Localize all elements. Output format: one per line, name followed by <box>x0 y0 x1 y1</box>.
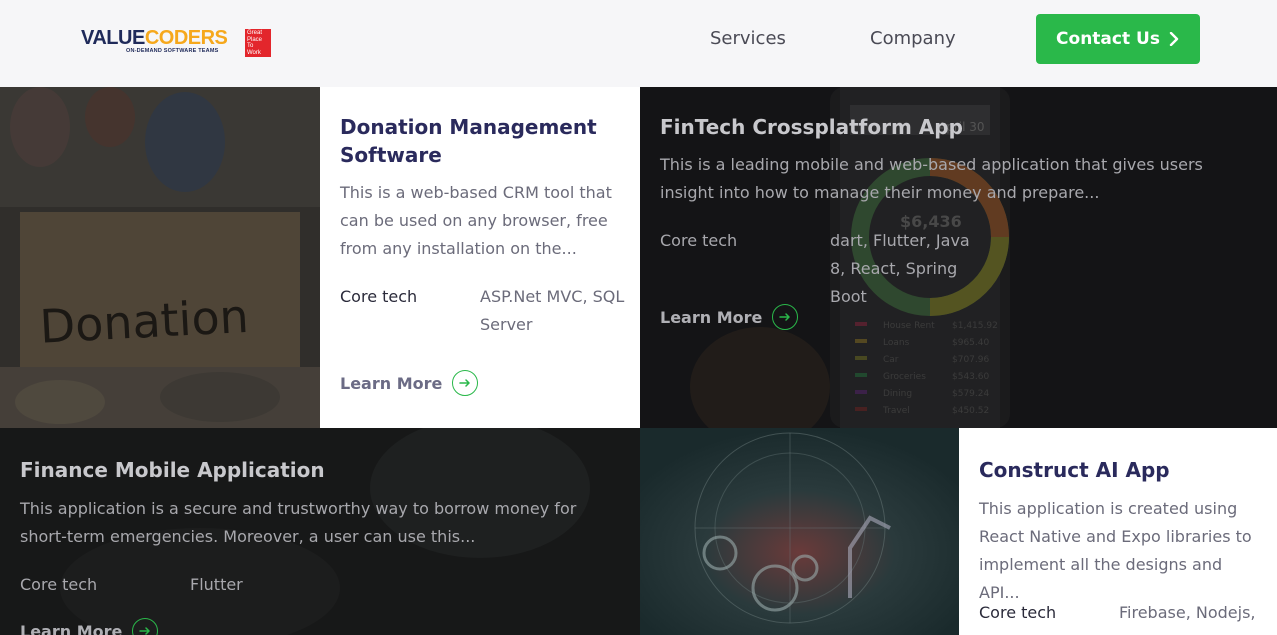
project-description: This is a web-based CRM tool that can be… <box>340 183 612 258</box>
contact-us-button[interactable]: Contact Us <box>1036 14 1200 64</box>
core-tech-value: Firebase, Nodejs, <box>1119 603 1256 622</box>
core-tech-label: Core tech <box>979 603 1057 622</box>
arrow-right-icon <box>132 618 159 635</box>
nav-company[interactable]: Company <box>870 27 956 51</box>
core-tech-label: Core tech <box>20 575 98 594</box>
valuecoders-logo[interactable]: VALUECODERS ON-DEMAND SOFTWARE TEAMS Gre… <box>81 27 271 59</box>
great-place-to-work-badge: Great Place To Work <box>245 29 271 57</box>
project-card-fintech: FinTech Crossplatform App This is a lead… <box>640 87 1277 428</box>
learn-more-link[interactable]: Learn More <box>660 304 799 330</box>
learn-more-link[interactable]: Learn More <box>340 370 479 396</box>
project-card-donation: Donation Management Software This is a w… <box>320 87 640 428</box>
construct-ai-project-image <box>640 428 959 635</box>
project-card-construct-ai: Construct AI App This application is cre… <box>959 428 1277 635</box>
core-tech-value: dart, Flutter, Java 8, React, Spring Boo… <box>830 231 970 306</box>
project-title: Finance Mobile Application <box>20 458 325 482</box>
core-tech-value: Flutter <box>190 575 243 594</box>
core-tech-value: ASP.Net MVC, SQL Server <box>480 287 625 334</box>
chevron-right-icon <box>1169 32 1179 46</box>
project-card-finance-mobile: Finance Mobile Application This applicat… <box>0 428 640 635</box>
core-tech-label: Core tech <box>660 231 738 250</box>
core-tech-label: Core tech <box>340 287 418 306</box>
nav-services[interactable]: Services <box>710 27 786 51</box>
project-description: This application is created using React … <box>979 499 1252 602</box>
project-title: FinTech Crossplatform App <box>660 115 963 139</box>
donation-project-image: Donation <box>0 87 320 428</box>
project-title: Donation Management Software <box>340 115 597 167</box>
arrow-right-icon <box>452 370 479 396</box>
site-header: VALUECODERS ON-DEMAND SOFTWARE TEAMS Gre… <box>0 0 1277 87</box>
project-description: This application is a secure and trustwo… <box>20 499 577 546</box>
project-description: This is a leading mobile and web-based a… <box>660 155 1203 202</box>
learn-more-link[interactable]: Learn More <box>20 618 159 635</box>
project-title: Construct AI App <box>979 458 1170 482</box>
arrow-right-icon <box>772 304 799 330</box>
